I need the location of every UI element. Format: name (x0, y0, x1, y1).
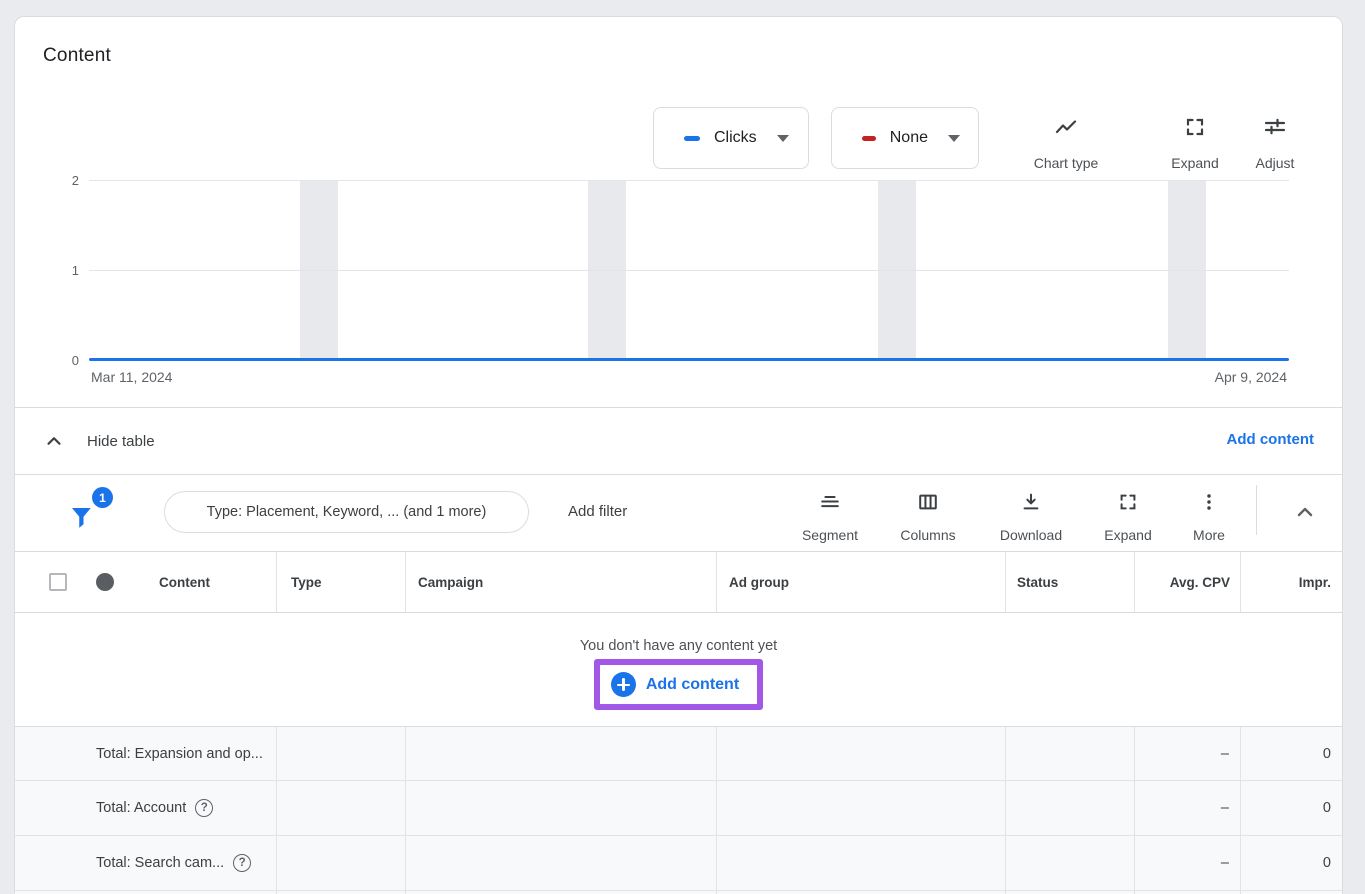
adjust-label: Adjust (1256, 155, 1295, 171)
filter-count-badge: 1 (92, 487, 113, 508)
column-header-status[interactable]: Status (1017, 552, 1058, 612)
expand-icon (1117, 491, 1139, 513)
total-row-expansion: Total: Expansion and op... – 0 (15, 727, 1342, 780)
segment-icon (819, 491, 841, 513)
total-row-label: Total: Expansion and op... (96, 746, 263, 762)
avg-cpv-value: – (1134, 781, 1229, 835)
more-label: More (1193, 527, 1225, 543)
chevron-down-icon (777, 135, 789, 142)
empty-table-zone: You don't have any content yet Add conte… (15, 613, 1342, 726)
section-divider (15, 407, 1342, 408)
chart-adjust-button[interactable]: Adjust (1220, 115, 1330, 171)
y-axis-tick: 1 (57, 263, 79, 278)
metric-color-dash-red (862, 136, 876, 141)
content-card: Content Clicks None Chart type Expand (14, 16, 1343, 894)
expand-icon (1183, 115, 1207, 139)
avg-cpv-value: – (1134, 836, 1229, 890)
column-header-avg-cpv[interactable]: Avg. CPV (1134, 552, 1230, 612)
segment-label: Segment (802, 527, 858, 543)
empty-state-message: You don't have any content yet (580, 638, 777, 654)
section-divider (15, 474, 1342, 475)
avg-cpv-value: – (1134, 727, 1229, 780)
metric-color-dash-blue (684, 136, 700, 141)
more-button[interactable]: More (1167, 487, 1251, 545)
filter-funnel-icon (67, 503, 97, 533)
y-axis-tick: 2 (57, 173, 79, 188)
more-vert-icon (1198, 491, 1220, 513)
column-divider (716, 727, 717, 894)
help-icon[interactable]: ? (195, 799, 213, 817)
page-background: Content Clicks None Chart type Expand (0, 0, 1365, 894)
column-header-type[interactable]: Type (291, 552, 322, 612)
column-divider (276, 727, 277, 894)
add-content-link[interactable]: Add content (1227, 431, 1315, 448)
segment-button[interactable]: Segment (782, 487, 878, 545)
column-divider (1005, 727, 1006, 894)
column-divider (1134, 552, 1135, 612)
column-divider (1240, 727, 1241, 894)
total-row-label: Total: Search cam... (96, 855, 224, 871)
impr-value: 0 (1240, 727, 1331, 780)
column-divider (1005, 552, 1006, 612)
toolbar-divider (1256, 485, 1257, 535)
impr-value: 0 (1240, 781, 1331, 835)
add-filter-button[interactable]: Add filter (568, 487, 627, 535)
select-all-checkbox[interactable] (49, 573, 67, 591)
total-row-search-campaigns: Total: Search cam... ? – 0 (15, 836, 1342, 890)
page-title: Content (43, 45, 111, 67)
plus-circle-icon (611, 672, 636, 697)
collapse-toolbar-button[interactable] (1287, 497, 1323, 527)
columns-icon (917, 491, 939, 513)
gridline-1 (89, 270, 1289, 271)
add-content-button-highlighted[interactable]: Add content (594, 659, 763, 710)
impr-value: 0 (1240, 836, 1331, 890)
columns-label: Columns (900, 527, 955, 543)
totals-section: Total: Expansion and op... – 0 Total: Ac… (15, 726, 1342, 894)
filter-button[interactable]: 1 (65, 487, 113, 535)
download-icon (1020, 491, 1042, 513)
column-divider (276, 552, 277, 612)
expand-table-label: Expand (1104, 527, 1151, 543)
gridline-2 (89, 180, 1289, 181)
chevron-up-icon (43, 430, 65, 452)
column-header-campaign[interactable]: Campaign (418, 552, 483, 612)
help-icon[interactable]: ? (233, 854, 251, 872)
table-expand-button[interactable]: Expand (1080, 487, 1176, 545)
columns-button[interactable]: Columns (880, 487, 976, 545)
chevron-down-icon (948, 135, 960, 142)
hide-table-toggle[interactable]: Hide table (43, 421, 155, 461)
chart-type-button[interactable]: Chart type (1011, 115, 1121, 171)
hide-table-label: Hide table (87, 433, 155, 450)
column-header-content[interactable]: Content (159, 552, 210, 612)
column-divider (405, 552, 406, 612)
y-axis-tick: 0 (57, 353, 79, 368)
line-chart-icon (1053, 115, 1079, 139)
expand-label: Expand (1171, 155, 1218, 171)
metric-selector-secondary[interactable]: None (831, 107, 979, 169)
column-divider (1134, 727, 1135, 894)
metric-primary-label: Clicks (714, 129, 757, 147)
active-filter-chip[interactable]: Type: Placement, Keyword, ... (and 1 mor… (164, 491, 529, 533)
column-header-impr[interactable]: Impr. (1240, 552, 1331, 612)
metric-selector-primary[interactable]: Clicks (653, 107, 809, 169)
column-divider (405, 727, 406, 894)
download-button[interactable]: Download (983, 487, 1079, 545)
adjust-sliders-icon (1262, 115, 1288, 139)
column-header-ad-group[interactable]: Ad group (729, 552, 789, 612)
status-dot-icon (96, 573, 114, 591)
chevron-up-icon (1293, 500, 1317, 524)
column-divider (1240, 552, 1241, 612)
x-axis-end-date: Apr 9, 2024 (1215, 369, 1287, 385)
metric-secondary-label: None (890, 129, 928, 147)
total-row-label: Total: Account (96, 800, 186, 816)
column-divider (716, 552, 717, 612)
table-header-row: Content Type Campaign Ad group Status Av… (15, 551, 1342, 613)
x-axis-start-date: Mar 11, 2024 (91, 369, 172, 385)
add-content-button-label: Add content (646, 676, 739, 694)
clicks-series-line (89, 358, 1289, 361)
chart-type-label: Chart type (1034, 155, 1099, 171)
download-label: Download (1000, 527, 1062, 543)
total-row-account: Total: Account ? – 0 (15, 781, 1342, 835)
